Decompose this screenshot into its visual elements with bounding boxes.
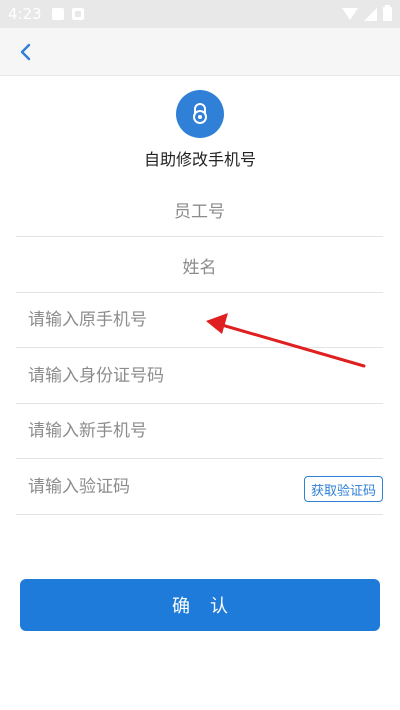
- verify-code-row: 获取验证码: [16, 460, 383, 515]
- old-phone-input[interactable]: [16, 310, 276, 330]
- image-icon: [51, 8, 64, 20]
- employee-id-label: 员工号: [174, 201, 225, 222]
- employee-id-row: 员工号: [16, 182, 383, 237]
- confirm-button[interactable]: 确认: [20, 579, 380, 631]
- back-button[interactable]: [14, 40, 38, 64]
- name-row: 姓名: [16, 238, 383, 293]
- notification-icon: [71, 8, 84, 20]
- id-card-row: [16, 349, 383, 404]
- status-bar: 4:23: [0, 0, 400, 28]
- verify-code-input[interactable]: [16, 477, 246, 497]
- page-title: 自助修改手机号: [143, 150, 256, 169]
- new-phone-input[interactable]: [16, 421, 276, 441]
- wifi-icon: [342, 8, 358, 20]
- name-label: 姓名: [182, 257, 217, 278]
- lock-icon: [193, 103, 207, 124]
- app-bar: [0, 28, 400, 76]
- lock-badge: [176, 90, 224, 138]
- status-time: 4:23: [8, 5, 42, 23]
- signal-icon: [364, 7, 377, 21]
- new-phone-row: [16, 404, 383, 459]
- id-card-input[interactable]: [16, 366, 276, 386]
- status-right-icons: [342, 5, 392, 21]
- old-phone-row: [16, 293, 383, 348]
- battery-icon: [383, 5, 392, 21]
- get-code-button[interactable]: 获取验证码: [303, 476, 383, 502]
- chevron-left-icon: [20, 43, 31, 61]
